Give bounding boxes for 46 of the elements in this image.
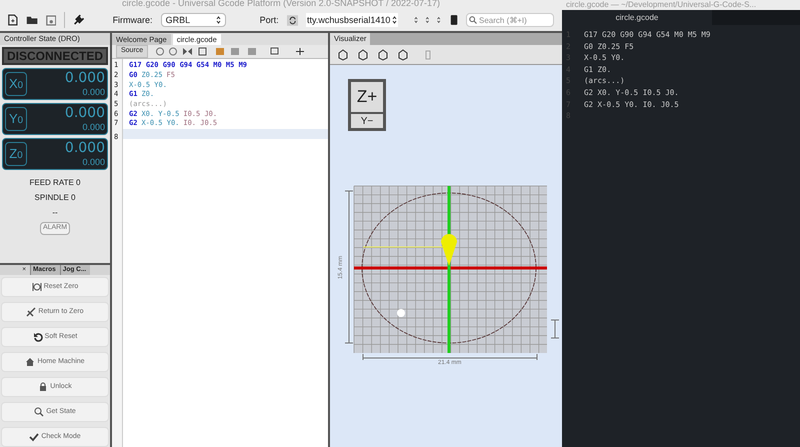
machine-position: 0.000 <box>82 88 105 97</box>
connection-status: DISCONNECTED <box>2 47 108 65</box>
depth-dimension <box>550 320 559 338</box>
light-sphere <box>397 309 405 317</box>
machine-position: 0.000 <box>82 158 105 167</box>
refresh-icon[interactable] <box>286 14 298 27</box>
save-icon[interactable] <box>46 14 56 27</box>
work-position: 0.000 <box>64 141 105 155</box>
search-icon <box>469 16 478 24</box>
work-position: 0.000 <box>64 71 105 85</box>
work-position: 0.000 <box>64 106 105 120</box>
spindle-text: SPINDLE 0 <box>34 192 76 204</box>
button-icon <box>25 357 36 367</box>
button-icon <box>32 282 42 292</box>
camera-views-icons-drawing[interactable] <box>338 48 433 60</box>
cube-face[interactable]: Z+ <box>351 82 383 112</box>
button-icon <box>38 382 48 392</box>
plug-icon[interactable] <box>73 13 85 28</box>
toolbar-overflow-icon[interactable] <box>414 16 442 24</box>
state-text: -- <box>51 207 59 219</box>
axis-zero-button[interactable]: X$_{0}$ <box>5 72 27 96</box>
axis-zero-button[interactable]: Y$_{0}$ <box>5 107 27 131</box>
button-icon <box>32 332 43 342</box>
stepper-icon <box>392 16 398 24</box>
tool-cone <box>441 234 457 266</box>
window-title: circle.gcode — ~/Development/Universal-G-Code-S... <box>566 1 756 9</box>
device-icon[interactable] <box>450 13 458 28</box>
axis-zero-button[interactable]: Z$_{0}$ <box>5 142 27 166</box>
firmware-select[interactable]: GRBL <box>160 13 226 28</box>
button-icon <box>29 432 40 442</box>
folder-icon[interactable] <box>26 14 38 26</box>
firmware-label: Firmware: <box>112 14 153 27</box>
window-title: circle.gcode - Universal Gcode Platform (Version 2.0-SNAPSHOT / 2022-07-17) <box>122 0 440 8</box>
search-field[interactable]: Search (⌘+I) <box>466 13 554 28</box>
file-tab[interactable]: circle.gcode <box>562 10 712 25</box>
machine-position: 0.000 <box>82 123 105 132</box>
editor-toolbar-icons-drawing[interactable] <box>156 47 306 56</box>
view-cube[interactable]: Z+ Y− <box>348 79 386 131</box>
stepper-icon <box>216 16 221 24</box>
new-file-icon[interactable] <box>8 13 18 28</box>
port-select[interactable]: tty.wchusbserial1410 <box>306 13 398 28</box>
button-icon <box>26 307 36 317</box>
cube-face[interactable]: Y− <box>351 114 383 128</box>
port-label: Port: <box>260 14 279 27</box>
feed-rate-text: FEED RATE 0 <box>28 177 82 189</box>
button-icon <box>34 407 44 417</box>
